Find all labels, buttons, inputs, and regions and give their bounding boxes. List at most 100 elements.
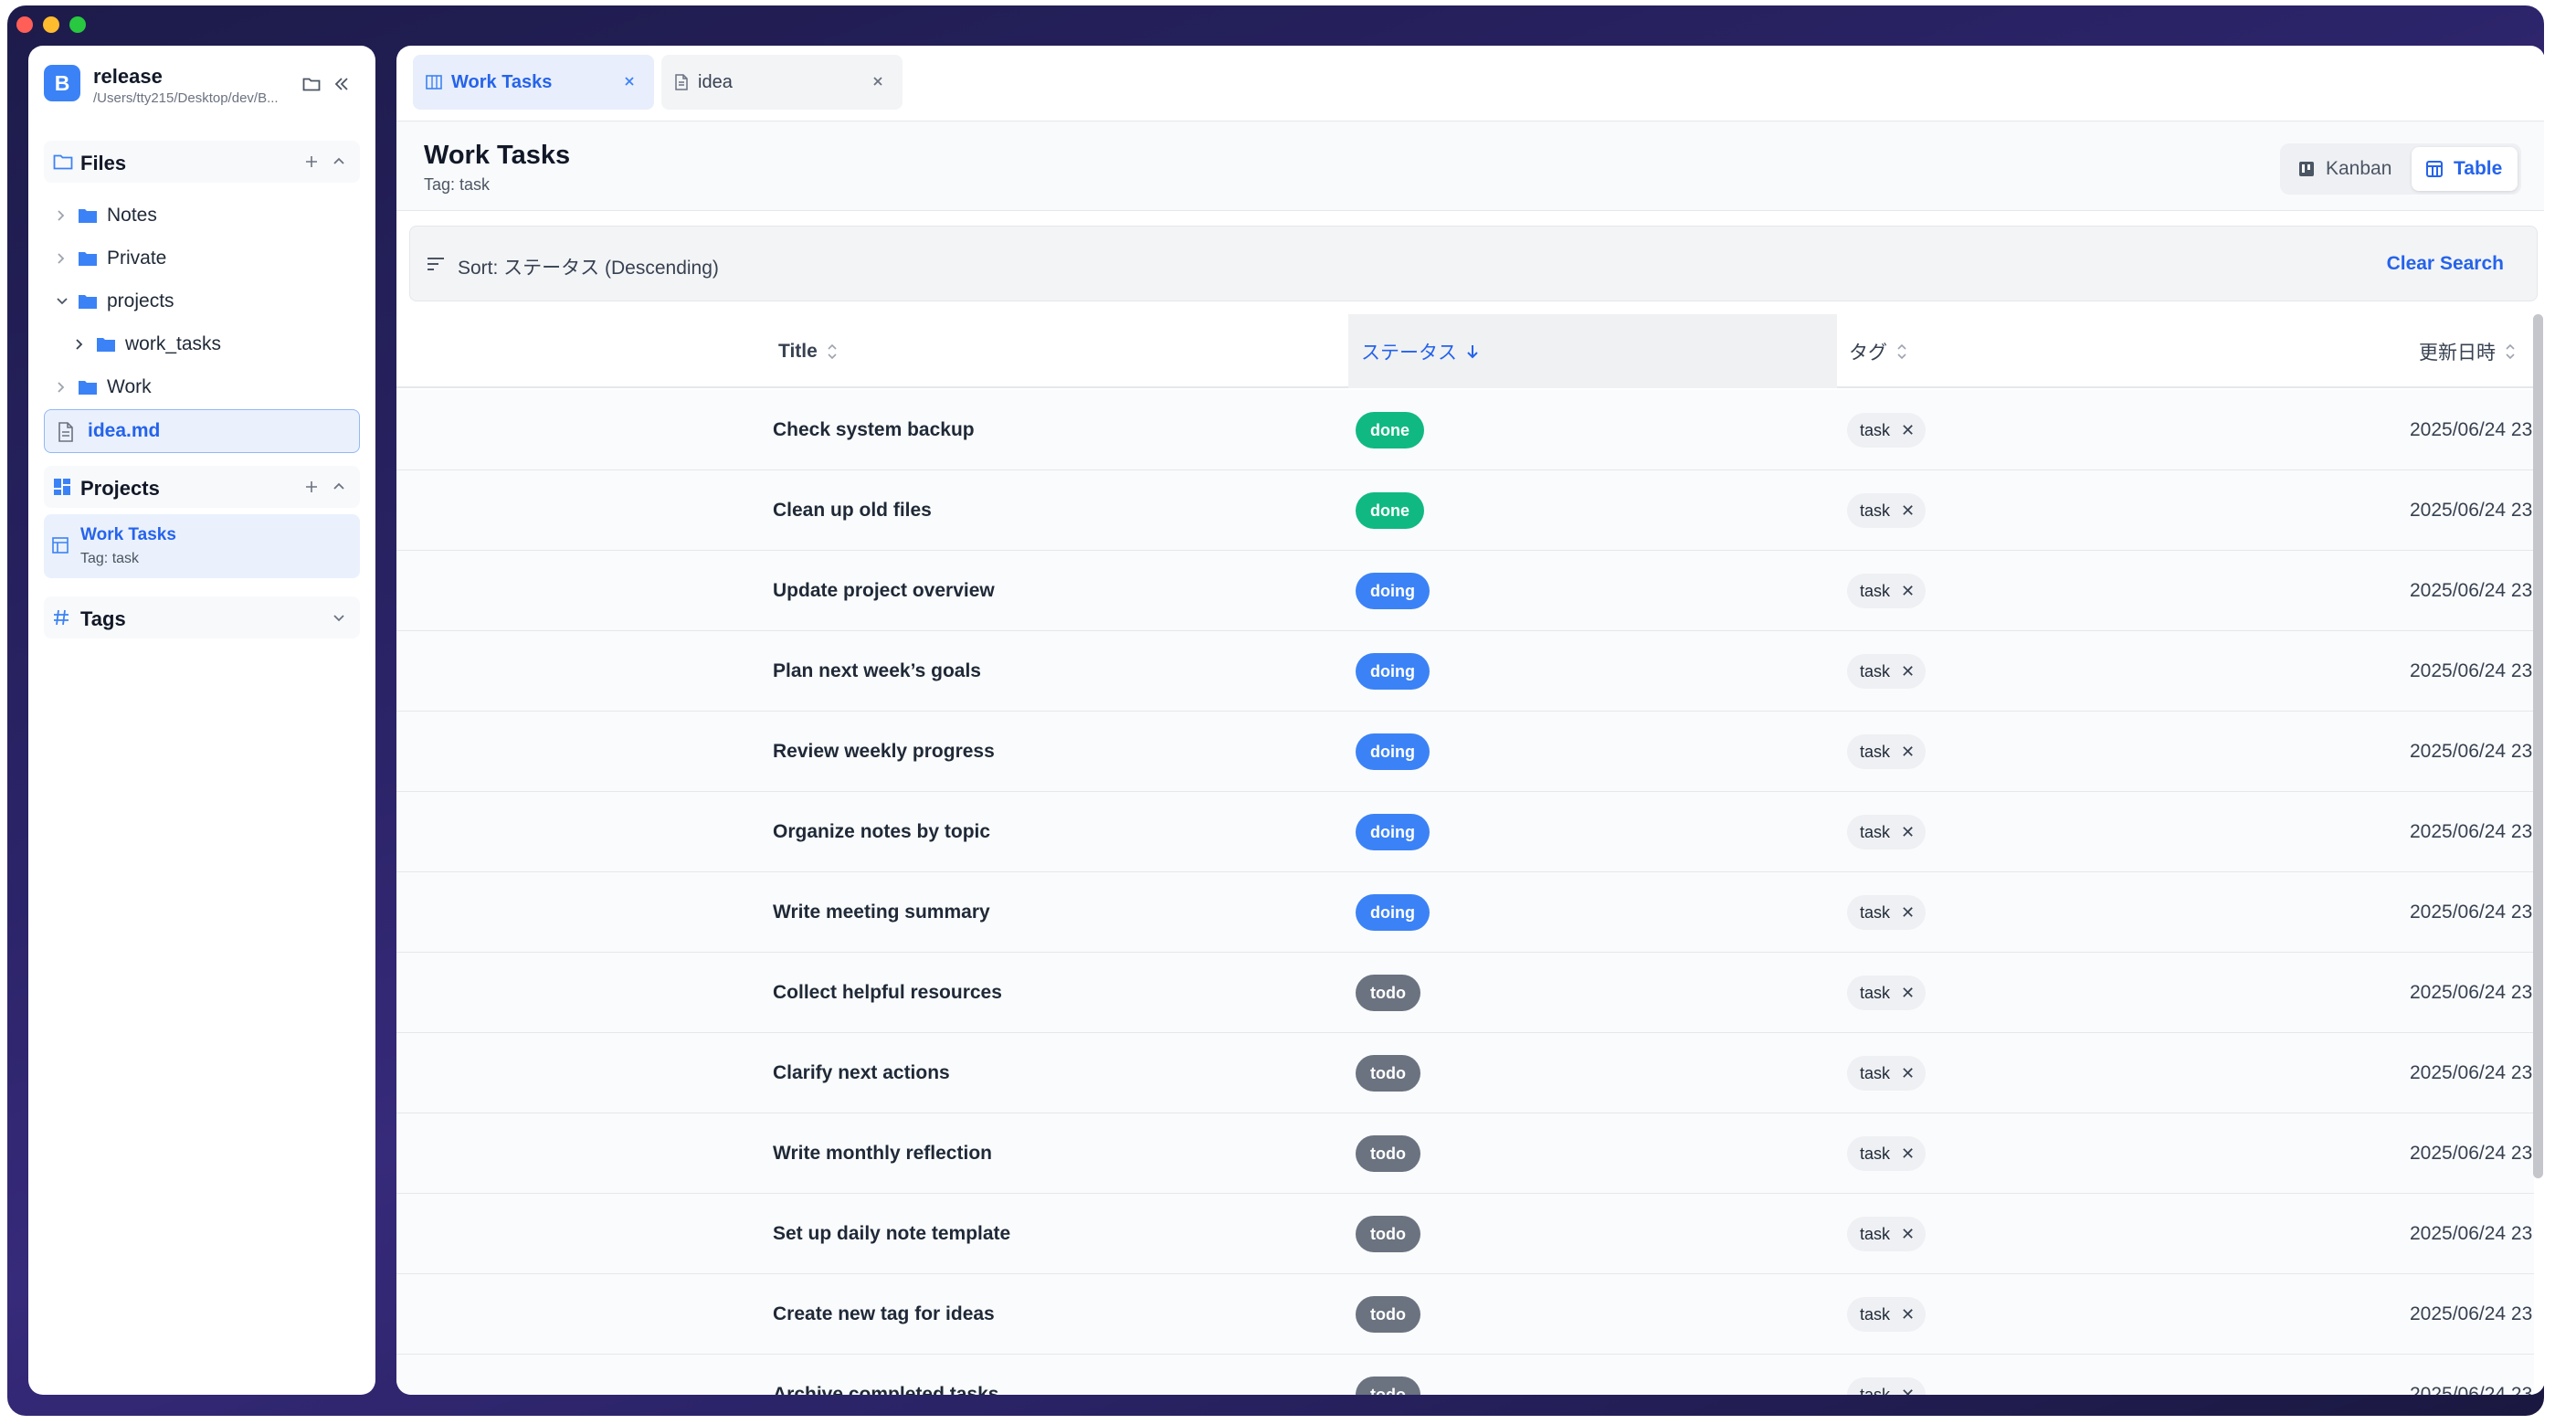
tree-item-projects[interactable]: projects (56, 283, 174, 320)
clear-search-button[interactable]: Clear Search (2387, 253, 2504, 275)
task-title[interactable]: Write meeting summary (773, 872, 990, 953)
task-title[interactable]: Create new tag for ideas (773, 1274, 995, 1355)
maximize-window-button[interactable] (69, 16, 86, 33)
project-item-work-tasks[interactable]: Work Tasks Tag: task (44, 514, 360, 578)
close-tab-icon[interactable] (871, 75, 884, 88)
tag-chip[interactable]: task ✕ (1847, 734, 1927, 769)
kanban-view-button[interactable]: Kanban (2284, 147, 2412, 191)
tree-item-work-tasks[interactable]: work_tasks (74, 326, 221, 363)
status-badge[interactable]: todo (1356, 1135, 1420, 1172)
table-view-button[interactable]: Table (2412, 147, 2518, 191)
task-title[interactable]: Clean up old files (773, 470, 932, 551)
chevron-down-icon[interactable] (56, 296, 69, 307)
status-badge[interactable]: todo (1356, 1055, 1420, 1092)
remove-tag-icon[interactable]: ✕ (1901, 1305, 1915, 1324)
task-title[interactable]: Archive completed tasks (773, 1355, 998, 1395)
table-row[interactable]: Archive completed tasks todo task ✕ 2025/06/… (396, 1355, 2534, 1395)
status-badge[interactable]: todo (1356, 1216, 1420, 1252)
task-title[interactable]: Review weekly progress (773, 712, 995, 792)
table-row[interactable]: Create new tag for ideas todo task ✕ 2025/06… (396, 1274, 2534, 1355)
tag-chip[interactable]: task ✕ (1847, 1056, 1927, 1091)
table-row[interactable]: Update project overview doing task ✕ 2025/06… (396, 551, 2534, 631)
status-badge[interactable]: doing (1356, 814, 1430, 850)
tag-chip[interactable]: task ✕ (1847, 815, 1927, 849)
status-badge[interactable]: todo (1356, 1377, 1420, 1395)
tag-chip[interactable]: task ✕ (1847, 1136, 1927, 1171)
column-header-title[interactable]: Title (778, 314, 838, 388)
table-row[interactable]: Plan next week’s goals doing task ✕ 2025/06/… (396, 631, 2534, 712)
remove-tag-icon[interactable]: ✕ (1901, 903, 1915, 923)
chevron-up-icon[interactable] (333, 156, 345, 165)
status-badge[interactable]: doing (1356, 573, 1430, 609)
files-section-header[interactable]: Files (44, 141, 360, 183)
tag-chip[interactable]: task ✕ (1847, 895, 1927, 930)
status-badge[interactable]: todo (1356, 975, 1420, 1011)
remove-tag-icon[interactable]: ✕ (1901, 421, 1915, 440)
chevron-right-icon[interactable] (56, 252, 67, 265)
tag-chip[interactable]: task ✕ (1847, 574, 1927, 608)
tag-chip[interactable]: task ✕ (1847, 413, 1927, 448)
chevron-right-icon[interactable] (74, 338, 85, 351)
remove-tag-icon[interactable]: ✕ (1901, 984, 1915, 1003)
add-project-icon[interactable] (304, 480, 319, 494)
tag-chip[interactable]: task ✕ (1847, 1297, 1927, 1332)
column-header-tags[interactable]: タグ (1849, 314, 1907, 388)
chevron-up-icon[interactable] (333, 481, 345, 490)
column-header-updated[interactable]: 更新日時 (2419, 314, 2516, 388)
chevron-right-icon[interactable] (56, 209, 67, 222)
task-title[interactable]: Clarify next actions (773, 1033, 950, 1113)
tag-chip[interactable]: task ✕ (1847, 1217, 1927, 1251)
tree-item-notes[interactable]: Notes (56, 197, 157, 234)
remove-tag-icon[interactable]: ✕ (1901, 743, 1915, 762)
remove-tag-icon[interactable]: ✕ (1901, 823, 1915, 842)
task-title[interactable]: Update project overview (773, 551, 995, 631)
remove-tag-icon[interactable]: ✕ (1901, 582, 1915, 601)
status-badge[interactable]: doing (1356, 894, 1430, 931)
tag-chip[interactable]: task ✕ (1847, 976, 1927, 1010)
table-row[interactable]: Clean up old files done task ✕ 2025/06/24 23 (396, 470, 2534, 551)
tab-idea[interactable]: idea (661, 55, 903, 110)
remove-tag-icon[interactable]: ✕ (1901, 662, 1915, 681)
task-title[interactable]: Organize notes by topic (773, 792, 990, 872)
table-row[interactable]: Collect helpful resources todo task ✕ 2025/0… (396, 953, 2534, 1033)
task-title[interactable]: Collect helpful resources (773, 953, 1002, 1033)
open-folder-icon[interactable] (302, 76, 321, 92)
status-badge[interactable]: done (1356, 492, 1424, 529)
minimize-window-button[interactable] (43, 16, 59, 33)
tree-item-work[interactable]: Work (56, 369, 152, 406)
add-file-icon[interactable] (304, 154, 319, 169)
remove-tag-icon[interactable]: ✕ (1901, 1064, 1915, 1083)
status-badge[interactable]: done (1356, 412, 1424, 448)
tag-chip[interactable]: task ✕ (1847, 1377, 1927, 1396)
remove-tag-icon[interactable]: ✕ (1901, 1225, 1915, 1244)
status-badge[interactable]: todo (1356, 1296, 1420, 1333)
table-row[interactable]: Review weekly progress doing task ✕ 2025/06/… (396, 712, 2534, 792)
tag-chip[interactable]: task ✕ (1847, 654, 1927, 689)
table-row[interactable]: Organize notes by topic doing task ✕ 2025/06… (396, 792, 2534, 872)
tree-item-private[interactable]: Private (56, 240, 166, 277)
chevron-down-icon[interactable] (333, 614, 345, 623)
status-badge[interactable]: doing (1356, 733, 1430, 770)
file-item-idea-md[interactable]: idea.md (44, 409, 360, 453)
table-row[interactable]: Write meeting summary doing task ✕ 2025/06/2… (396, 872, 2534, 953)
status-badge[interactable]: doing (1356, 653, 1430, 690)
remove-tag-icon[interactable]: ✕ (1901, 501, 1915, 521)
table-row[interactable]: Clarify next actions todo task ✕ 2025/06/24 … (396, 1033, 2534, 1113)
tags-section-header[interactable]: Tags (44, 596, 360, 638)
close-tab-icon[interactable] (623, 75, 636, 88)
projects-section-header[interactable]: Projects (44, 466, 360, 508)
close-window-button[interactable] (16, 16, 33, 33)
vertical-scrollbar[interactable] (2533, 314, 2543, 1178)
table-row[interactable]: Check system backup done task ✕ 2025/06/24 2… (396, 390, 2534, 470)
task-title[interactable]: Check system backup (773, 390, 975, 470)
tag-chip[interactable]: task ✕ (1847, 493, 1927, 528)
workspace-logo[interactable]: B (44, 65, 80, 101)
task-title[interactable]: Set up daily note template (773, 1194, 1010, 1274)
task-title[interactable]: Write monthly reflection (773, 1113, 992, 1194)
column-header-status[interactable]: ステータス (1361, 314, 1479, 388)
task-title[interactable]: Plan next week’s goals (773, 631, 981, 712)
remove-tag-icon[interactable]: ✕ (1901, 1386, 1915, 1396)
chevron-right-icon[interactable] (56, 381, 67, 394)
remove-tag-icon[interactable]: ✕ (1901, 1144, 1915, 1164)
table-row[interactable]: Set up daily note template todo task ✕ 2025/… (396, 1194, 2534, 1274)
